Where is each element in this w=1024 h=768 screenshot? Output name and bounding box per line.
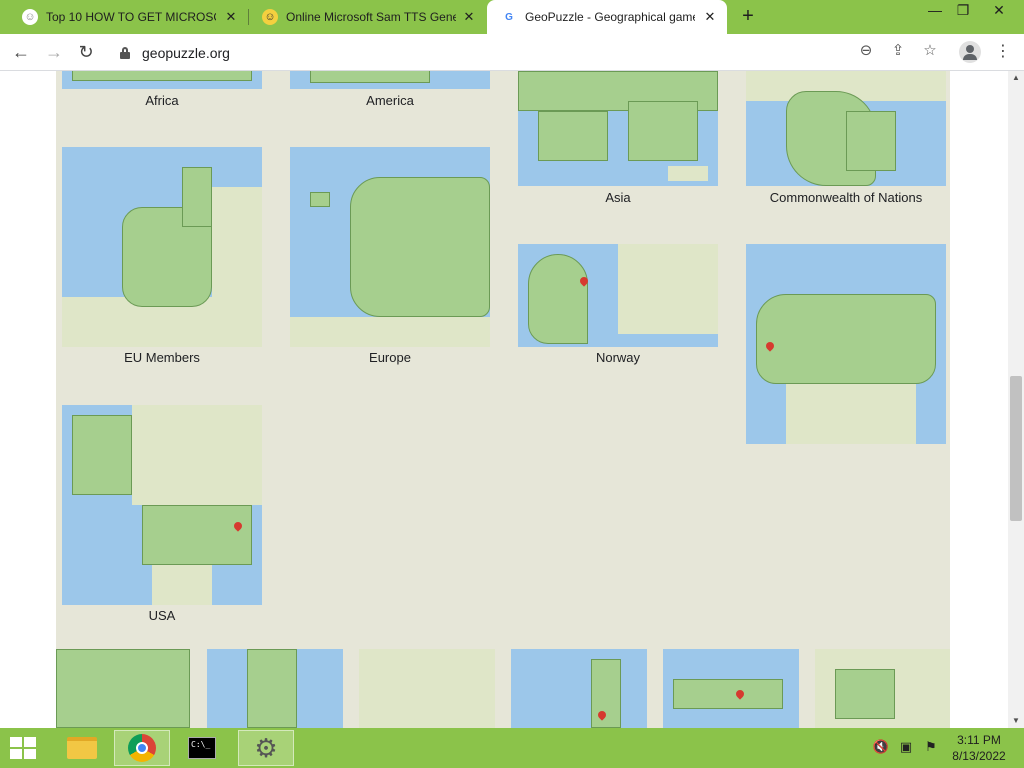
maximize-button[interactable]: ❐: [946, 0, 980, 22]
map-thumbnail-argentina[interactable]: [207, 649, 343, 728]
map-thumbnail-europe[interactable]: [290, 147, 490, 347]
scroll-down-arrow-icon[interactable]: ▼: [1008, 714, 1024, 728]
start-button[interactable]: [10, 737, 38, 761]
map-thumbnail-south-america[interactable]: [56, 649, 190, 728]
map-thumbnail[interactable]: [290, 71, 490, 89]
map-label[interactable]: Commonwealth of Nations: [746, 190, 946, 205]
map-thumbnail-caucasus[interactable]: [359, 649, 495, 728]
scroll-up-arrow-icon[interactable]: ▲: [1008, 71, 1024, 85]
map-label[interactable]: Europe: [290, 350, 490, 365]
taskbar: C:\_ ⚙ 🔇 ▣ ⚑ 3:11 PM 8/13/2022: [0, 728, 1024, 768]
url-text[interactable]: geopuzzle.org: [142, 45, 230, 61]
tab-top10[interactable]: ☺ Top 10 HOW TO GET MICROSOF ✕: [8, 0, 249, 34]
chrome-icon: [128, 734, 156, 762]
map-thumbnail-commonwealth[interactable]: [746, 71, 946, 186]
settings-taskbar-button[interactable]: ⚙: [238, 730, 294, 766]
map-thumbnail-new-zealand[interactable]: [511, 649, 647, 728]
scrollbar-thumb[interactable]: [1010, 376, 1022, 521]
share-icon[interactable]: ⇪: [888, 41, 908, 61]
map-thumbnail-norway[interactable]: [518, 244, 718, 347]
close-window-button[interactable]: ✕: [982, 0, 1016, 22]
file-explorer-button[interactable]: [54, 730, 110, 766]
map-thumbnail-eu-members[interactable]: [62, 147, 262, 347]
command-prompt-icon: C:\_: [188, 737, 216, 759]
map-thumbnail-middle-east[interactable]: [815, 649, 950, 728]
tab-sam-tts[interactable]: ☺ Online Microsoft Sam TTS Gene ✕: [248, 0, 486, 34]
reload-button[interactable]: ↻: [74, 41, 98, 65]
page-scrollbar[interactable]: ▲ ▼: [1008, 71, 1024, 728]
geopuzzle-icon: G: [505, 11, 513, 23]
action-center-icon[interactable]: ⚑: [922, 738, 940, 756]
page-viewport: Africa America Asia Commonwealth of Nati…: [0, 71, 1008, 728]
map-thumbnail-asia[interactable]: [518, 71, 718, 186]
zoom-icon[interactable]: ⊖: [856, 41, 876, 61]
map-label[interactable]: Norway: [518, 350, 718, 365]
close-tab-icon[interactable]: ✕: [462, 10, 476, 24]
clock-date: 8/13/2022: [952, 749, 1006, 763]
tab-strip: ☺ Top 10 HOW TO GET MICROSOF ✕ ☺ Online …: [0, 0, 1024, 34]
tab-title: Online Microsoft Sam TTS Gene: [286, 10, 456, 24]
bookmark-star-icon[interactable]: ☆: [920, 41, 940, 61]
smiley-sleep-icon: ☺: [22, 9, 38, 25]
map-label[interactable]: Africa: [62, 93, 262, 108]
address-bar[interactable]: geopuzzle.org: [110, 38, 950, 67]
folder-icon: [67, 737, 97, 759]
chrome-taskbar-button[interactable]: [114, 730, 170, 766]
lock-icon[interactable]: [120, 46, 130, 59]
close-tab-icon[interactable]: ✕: [703, 10, 717, 24]
clock-time: 3:11 PM: [957, 733, 1001, 747]
back-button[interactable]: ←: [9, 41, 33, 65]
profile-avatar-icon[interactable]: [959, 41, 981, 63]
close-tab-icon[interactable]: ✕: [224, 10, 238, 24]
map-label[interactable]: America: [290, 93, 490, 108]
forward-button[interactable]: →: [42, 41, 66, 65]
map-thumbnail-usa[interactable]: [62, 405, 262, 605]
map-label[interactable]: Asia: [518, 190, 718, 205]
menu-icon[interactable]: ⋮: [995, 41, 1011, 63]
smiley-icon: ☺: [262, 9, 278, 25]
map-thumbnail[interactable]: [62, 71, 262, 89]
puzzle-grid-panel: Africa America Asia Commonwealth of Nati…: [56, 71, 950, 728]
browser-toolbar: ← → ↻ geopuzzle.org ⊖ ⇪ ☆ ⋮: [0, 34, 1024, 71]
map-thumbnail-russia[interactable]: [746, 244, 946, 444]
system-clock[interactable]: 3:11 PM 8/13/2022: [944, 732, 1014, 764]
new-tab-button[interactable]: +: [737, 6, 759, 28]
tab-title: Top 10 HOW TO GET MICROSOF: [46, 10, 216, 24]
cmd-taskbar-button[interactable]: C:\_: [174, 730, 230, 766]
network-icon[interactable]: ▣: [897, 738, 915, 756]
volume-muted-icon[interactable]: 🔇: [872, 738, 890, 756]
map-label[interactable]: EU Members: [62, 350, 262, 365]
gear-icon: ⚙: [254, 733, 278, 763]
tab-title: GeoPuzzle - Geographical game: [525, 10, 695, 24]
map-label[interactable]: USA: [62, 608, 262, 623]
map-thumbnail-panama[interactable]: [663, 649, 799, 728]
tab-geopuzzle[interactable]: G GeoPuzzle - Geographical game ✕: [487, 0, 727, 34]
